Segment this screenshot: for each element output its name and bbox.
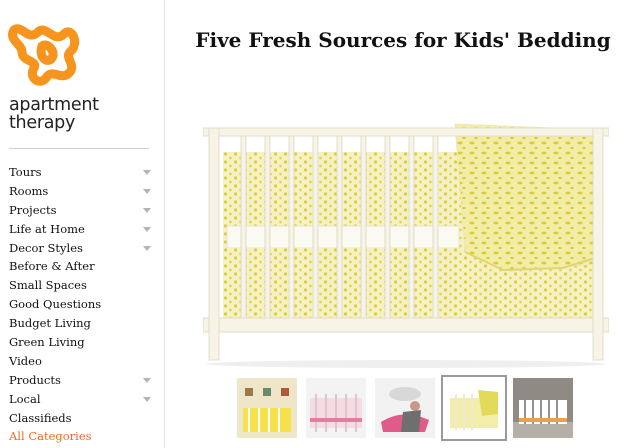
nav-item-label: Local — [9, 391, 41, 406]
nav-item-label: Rooms — [9, 183, 49, 198]
nav-item-label: Decor Styles — [9, 240, 83, 255]
apartment-therapy-logo[interactable] — [8, 22, 98, 94]
nav-item-label: Life at Home — [9, 221, 85, 236]
nav-item-label: Projects — [9, 202, 57, 217]
nav-item-small-spaces[interactable]: Small Spaces — [9, 276, 151, 295]
brand-line-2: therapy — [9, 113, 76, 133]
nav-item-good-questions[interactable]: Good Questions — [9, 295, 151, 314]
nav-item-tours[interactable]: Tours — [9, 163, 151, 182]
thumbnail-1[interactable] — [237, 378, 297, 438]
nav-item-green-living[interactable]: Green Living — [9, 333, 151, 352]
nav-item-label: All Categories — [9, 429, 92, 444]
caret-down-icon[interactable] — [143, 245, 151, 251]
sidebar: apartment therapy Tours Rooms Projects L… — [0, 0, 165, 448]
sidebar-divider — [9, 148, 149, 149]
category-nav: Tours Rooms Projects Life at Home Decor … — [9, 163, 151, 446]
caret-down-icon[interactable] — [143, 226, 151, 232]
nav-item-video[interactable]: Video — [9, 352, 151, 371]
caret-down-icon[interactable] — [143, 188, 151, 194]
thumbnail-3[interactable] — [375, 378, 435, 438]
nav-item-life-at-home[interactable]: Life at Home — [9, 220, 151, 239]
caret-down-icon[interactable] — [143, 377, 151, 383]
caret-down-icon[interactable] — [143, 396, 151, 402]
main-content: Five Fresh Sources for Kids' Bedding — [166, 0, 640, 448]
thumbnail-5[interactable] — [513, 378, 573, 438]
nav-item-label: Products — [9, 372, 61, 387]
nav-item-local[interactable]: Local — [9, 390, 151, 409]
nav-item-label: Good Questions — [9, 297, 102, 312]
hero-image-crib[interactable] — [203, 120, 609, 368]
nav-item-all-categories[interactable]: All Categories — [9, 427, 151, 446]
nav-item-label: Before & After — [9, 259, 95, 274]
logo-squiggle-mark — [8, 24, 80, 86]
caret-down-icon[interactable] — [143, 207, 151, 213]
brand-line-1: apartment — [9, 95, 99, 115]
article-title: Five Fresh Sources for Kids' Bedding — [195, 28, 611, 52]
nav-item-rooms[interactable]: Rooms — [9, 182, 151, 201]
brand-wordmark[interactable]: apartment therapy — [9, 96, 99, 132]
thumbnail-2[interactable] — [306, 378, 366, 438]
nav-item-classifieds[interactable]: Classifieds — [9, 409, 151, 428]
nav-item-label: Green Living — [9, 335, 85, 350]
nav-item-label: Tours — [9, 165, 42, 179]
nav-item-decor-styles[interactable]: Decor Styles — [9, 239, 151, 258]
nav-item-label: Classifieds — [9, 410, 72, 425]
nav-item-label: Small Spaces — [9, 278, 87, 293]
nav-item-budget-living[interactable]: Budget Living — [9, 314, 151, 333]
nav-item-products[interactable]: Products — [9, 371, 151, 390]
thumbnail-4-selected[interactable] — [441, 375, 507, 441]
nav-item-label: Budget Living — [9, 316, 91, 331]
nav-item-label: Video — [9, 353, 42, 368]
nav-item-projects[interactable]: Projects — [9, 201, 151, 220]
caret-down-icon[interactable] — [143, 170, 151, 175]
nav-item-before-after[interactable]: Before & After — [9, 257, 151, 276]
